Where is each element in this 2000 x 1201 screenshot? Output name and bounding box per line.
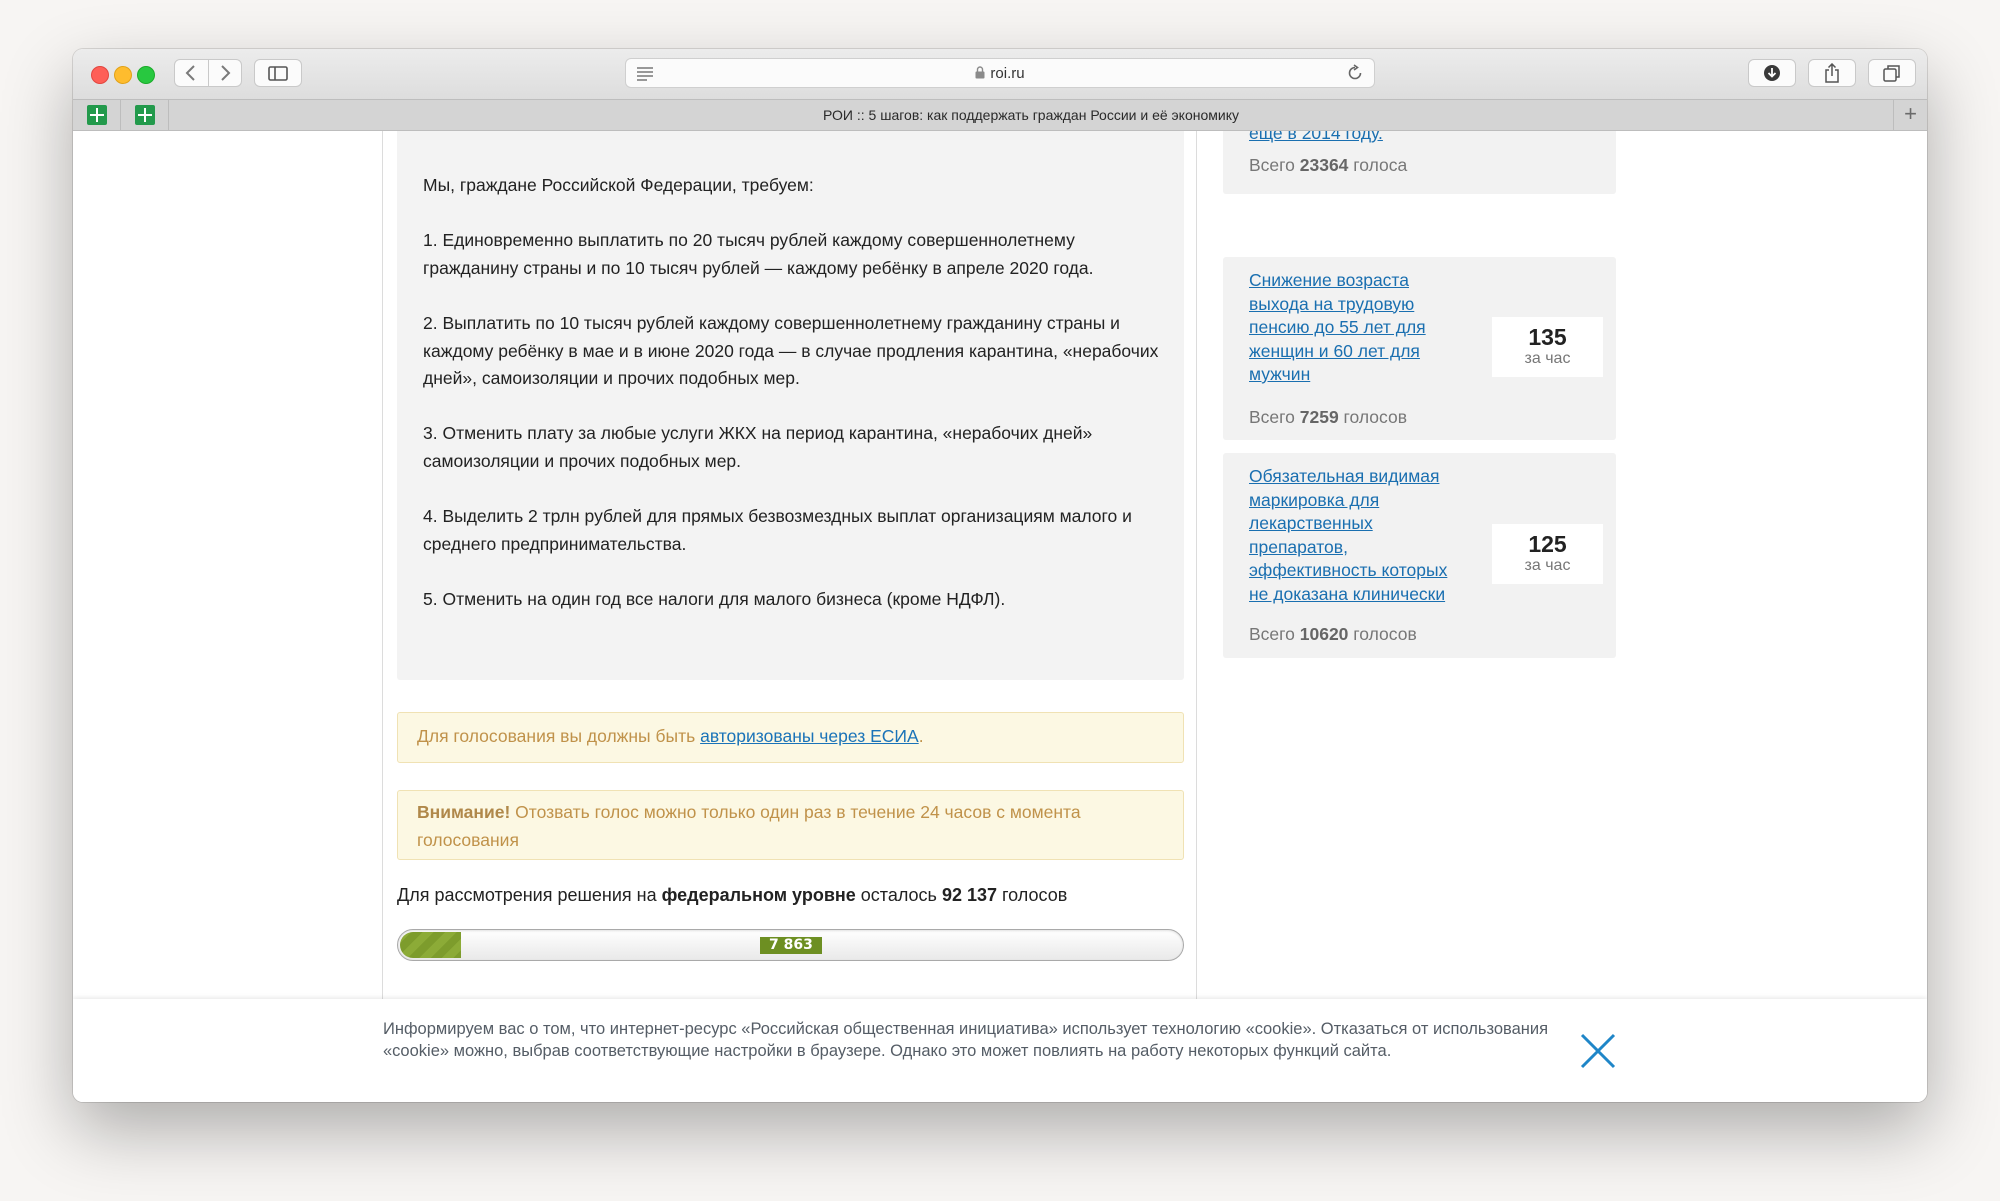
cookie-banner: Информируем вас о том, что интернет-ресу… <box>73 999 1927 1102</box>
remaining-suffix: голосов <box>997 885 1068 905</box>
warning-text: Отозвать голос можно только один раз в т… <box>417 802 1081 850</box>
sidebar-toggle-button[interactable] <box>254 59 302 87</box>
remaining-level: федеральном уровне <box>661 885 856 905</box>
remaining-middle: осталось <box>855 885 942 905</box>
share-button[interactable] <box>1808 59 1856 87</box>
close-x-icon[interactable] <box>1579 1032 1617 1070</box>
roi-favicon-icon <box>86 105 107 125</box>
browser-window: roi.ru РОИ :: 5 шагов: как поддержать гр… <box>73 49 1927 1102</box>
warning-label: Внимание! <box>417 802 511 822</box>
demand-item-5: 5. Отменить на один год все налоги для м… <box>423 589 1006 609</box>
pinned-tab-2[interactable] <box>121 100 169 130</box>
demand-item-2: 2. Выплатить по 10 тысяч рублей каждому … <box>423 313 1159 388</box>
per-hour-label: за час <box>1524 557 1571 574</box>
votes-remaining-text: Для рассмотрения решения на федеральном … <box>397 883 1187 907</box>
sidebar-icon <box>268 65 288 81</box>
lock-icon <box>975 66 985 79</box>
total-prefix: Всего <box>1249 155 1300 175</box>
tab-overview-button[interactable] <box>1868 59 1916 87</box>
esia-auth-notice: Для голосования вы должны быть авторизов… <box>397 712 1184 763</box>
share-icon <box>1825 63 1839 83</box>
total-value: 10620 <box>1299 624 1349 644</box>
petition-intro: Мы, граждане Российской Федерации, требу… <box>423 175 814 195</box>
votes-per-hour: 125 <box>1528 531 1567 557</box>
remaining-count: 92 137 <box>941 885 997 905</box>
total-prefix: Всего <box>1249 624 1300 644</box>
total-votes: Всего 7259 голосов <box>1249 407 1407 428</box>
petition-link[interactable]: Обязательная видимая маркировка для лека… <box>1249 465 1464 606</box>
petition-card: Снижение возраста выхода на трудовую пен… <box>1223 257 1616 440</box>
per-hour-label: за час <box>1524 350 1571 367</box>
total-votes: Всего 23364 голоса <box>1249 155 1407 176</box>
revoke-warning-notice: Внимание! Отозвать голос можно только од… <box>397 790 1184 860</box>
close-window-button[interactable] <box>91 66 109 84</box>
votes-progress-bar: 7 863 <box>397 929 1184 961</box>
total-votes: Всего 10620 голосов <box>1249 624 1417 645</box>
url-text: roi.ru <box>990 65 1025 82</box>
petition-demands: Мы, граждане Российской Федерации, требу… <box>397 131 1184 680</box>
chevron-right-icon <box>221 65 231 81</box>
address-text: roi.ru <box>626 65 1374 82</box>
total-value: 7259 <box>1299 407 1339 427</box>
downloads-button[interactable] <box>1748 59 1796 87</box>
cookie-notice-text: Информируем вас о том, что интернет-ресу… <box>383 1020 1549 1060</box>
tabs-icon <box>1883 65 1900 82</box>
demand-item-1: 1. Единовременно выплатить по 20 тысяч р… <box>423 230 1094 278</box>
esia-notice-prefix: Для голосования вы должны быть <box>417 726 701 746</box>
votes-per-hour: 135 <box>1528 324 1567 350</box>
reload-icon[interactable] <box>1346 64 1364 82</box>
total-value: 23364 <box>1299 155 1349 175</box>
roi-favicon-icon <box>134 105 155 125</box>
petition-link[interactable]: Снижение возраста выхода на трудовую пен… <box>1249 269 1464 387</box>
votes-per-hour-box: 135 за час <box>1492 317 1603 377</box>
pinned-tab-1[interactable] <box>73 100 121 130</box>
esia-auth-link[interactable]: авторизованы через ЕСИА <box>700 726 919 746</box>
petition-link[interactable]: еще в 2014 году. <box>1249 131 1464 146</box>
active-tab-title[interactable]: РОИ :: 5 шагов: как поддержать граждан Р… <box>169 100 1893 130</box>
total-suffix: голоса <box>1348 155 1408 175</box>
total-suffix: голосов <box>1338 407 1408 427</box>
minimize-window-button[interactable] <box>114 66 132 84</box>
back-button[interactable] <box>175 60 208 86</box>
total-prefix: Всего <box>1249 407 1300 427</box>
forward-button[interactable] <box>207 60 242 86</box>
progress-fill <box>400 932 462 958</box>
total-suffix: голосов <box>1348 624 1417 644</box>
petition-card: еще в 2014 году. Всего 23364 голоса <box>1223 131 1616 194</box>
browser-toolbar: roi.ru <box>73 49 1927 99</box>
demand-item-3: 3. Отменить плату за любые услуги ЖКХ на… <box>423 423 1093 471</box>
zoom-window-button[interactable] <box>137 66 155 84</box>
esia-notice-suffix: . <box>918 726 924 746</box>
tab-bar: РОИ :: 5 шагов: как поддержать граждан Р… <box>73 99 1927 131</box>
votes-collected-label: 7 863 <box>760 937 822 954</box>
download-icon <box>1764 65 1780 81</box>
remaining-prefix: Для рассмотрения решения на <box>397 885 662 905</box>
page-content: Мы, граждане Российской Федерации, требу… <box>73 131 1927 1102</box>
new-tab-button[interactable]: + <box>1893 100 1927 130</box>
navigation-buttons <box>174 59 242 87</box>
petition-card: Обязательная видимая маркировка для лека… <box>1223 453 1616 658</box>
chevron-left-icon <box>185 65 195 81</box>
votes-per-hour-box: 125 за час <box>1492 524 1603 584</box>
address-bar[interactable]: roi.ru <box>625 58 1375 88</box>
demand-item-4: 4. Выделить 2 трлн рублей для прямых без… <box>423 506 1132 554</box>
